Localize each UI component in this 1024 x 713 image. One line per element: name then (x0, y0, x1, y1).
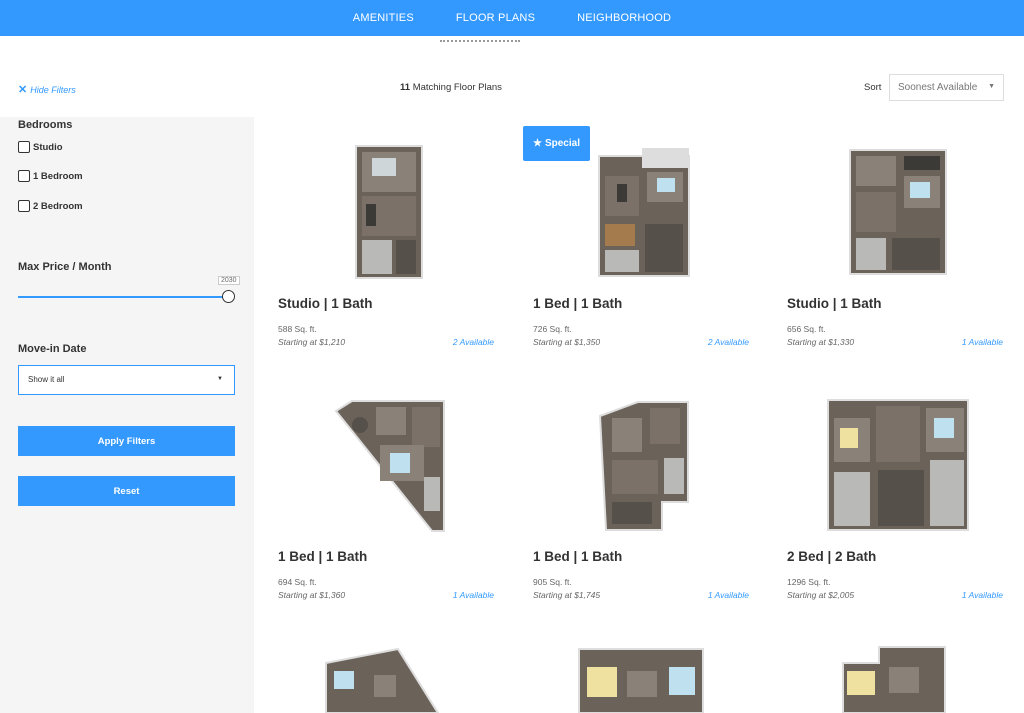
plan-sqft: 588 Sq. ft. (278, 324, 317, 334)
plan-sqft: 905 Sq. ft. (533, 577, 572, 587)
matching-label: Matching Floor Plans (412, 82, 502, 93)
plan-title: 1 Bed | 1 Bath (533, 296, 623, 311)
sort-value: Soonest Available (898, 82, 978, 93)
plan-price: Starting at $1,350 (533, 337, 601, 347)
plan-price: Starting at $1,330 (787, 337, 855, 347)
movein-heading: Move-in Date (18, 343, 87, 355)
plan-available-link[interactable]: 1 Available (708, 590, 749, 600)
max-price-slider-thumb[interactable] (222, 290, 235, 303)
floor-plan-image[interactable] (787, 390, 1009, 540)
floor-plan-image[interactable] (278, 137, 500, 287)
filter-sidebar: Bedrooms Studio 1 Bedroom 2 Bedroom Max … (0, 117, 254, 713)
checkbox-label: Studio (33, 141, 63, 153)
movein-value: Show it all (28, 375, 65, 384)
plan-available-link[interactable]: 1 Available (453, 590, 494, 600)
sort-label: Sort (864, 82, 882, 93)
movein-select[interactable]: Show it all ▼ (18, 365, 235, 395)
floor-plan-image[interactable] (787, 137, 1009, 287)
special-badge-label: Special (544, 138, 580, 149)
floor-plan-image[interactable] (278, 390, 500, 540)
plan-available-link[interactable]: 2 Available (708, 337, 749, 347)
star-icon: ★ (533, 138, 542, 149)
max-price-heading: Max Price / Month (18, 261, 112, 273)
plan-price: Starting at $2,005 (787, 590, 855, 600)
checkbox-box[interactable] (18, 170, 30, 182)
max-price-slider-track[interactable] (18, 296, 229, 298)
plan-title: 1 Bed | 1 Bath (278, 549, 368, 564)
plan-title: 1 Bed | 1 Bath (533, 549, 623, 564)
checkbox-1-bedroom[interactable]: 1 Bedroom (18, 170, 83, 182)
floor-plan-card[interactable] (787, 645, 1009, 713)
nav-neighborhood[interactable]: NEIGHBORHOOD (577, 12, 671, 24)
plan-price: Starting at $1,360 (278, 590, 346, 600)
floor-plan-card[interactable] (533, 645, 755, 713)
reset-button[interactable]: Reset (18, 476, 235, 506)
nav-floor-plans[interactable]: FLOOR PLANS (456, 12, 535, 24)
floor-plan-image[interactable] (787, 645, 1009, 713)
special-badge: ★ Special (523, 126, 590, 161)
clipped-text-remnant (0, 36, 1024, 48)
checkbox-box[interactable] (18, 141, 30, 153)
plan-available-link[interactable]: 2 Available (453, 337, 494, 347)
floor-plan-image[interactable] (533, 390, 755, 540)
plan-available-link[interactable]: 1 Available (962, 590, 1003, 600)
floor-plan-image[interactable] (533, 645, 755, 713)
close-icon: ✕ (18, 84, 28, 96)
checkbox-label: 2 Bedroom (33, 200, 83, 212)
plan-sqft: 694 Sq. ft. (278, 577, 317, 587)
plan-title: Studio | 1 Bath (787, 296, 882, 311)
floor-plan-image[interactable] (278, 645, 500, 713)
matching-count: 11 Matching Floor Plans (400, 82, 502, 93)
hide-filters-link[interactable]: ✕ Hide Filters (18, 83, 76, 96)
plan-title: Studio | 1 Bath (278, 296, 373, 311)
checkbox-label: 1 Bedroom (33, 170, 83, 182)
nav-amenities[interactable]: AMENITIES (353, 12, 414, 24)
plan-title: 2 Bed | 2 Bath (787, 549, 877, 564)
checkbox-2-bedroom[interactable]: 2 Bedroom (18, 200, 83, 212)
chevron-down-icon: ▼ (217, 376, 223, 382)
top-navigation: AMENITIES FLOOR PLANS NEIGHBORHOOD (0, 0, 1024, 36)
plan-price: Starting at $1,210 (278, 337, 346, 347)
chevron-down-icon: ▼ (988, 83, 995, 90)
bedrooms-heading: Bedrooms (18, 119, 73, 131)
plan-available-link[interactable]: 1 Available (962, 337, 1003, 347)
matching-number: 11 (400, 82, 411, 93)
apply-filters-button[interactable]: Apply Filters (18, 426, 235, 456)
plan-sqft: 726 Sq. ft. (533, 324, 572, 334)
hide-filters-label: Hide Filters (30, 84, 76, 95)
plan-sqft: 656 Sq. ft. (787, 324, 826, 334)
plan-price: Starting at $1,745 (533, 590, 601, 600)
checkbox-studio[interactable]: Studio (18, 141, 63, 153)
max-price-value: 2030 (218, 276, 240, 285)
checkbox-box[interactable] (18, 200, 30, 212)
sort-select[interactable]: Soonest Available ▼ (889, 74, 1004, 101)
floor-plan-card[interactable] (278, 645, 500, 713)
plan-sqft: 1296 Sq. ft. (787, 577, 831, 587)
